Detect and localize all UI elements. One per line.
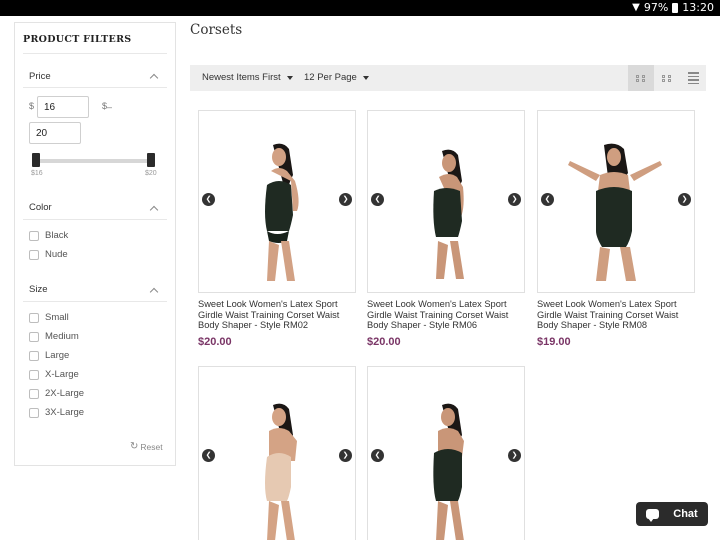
- view-grid-large-button[interactable]: [628, 65, 654, 91]
- chat-bubble-icon: [646, 509, 660, 522]
- size-section-title[interactable]: Size: [29, 284, 47, 295]
- model-photo-icon: [265, 403, 297, 540]
- chevron-up-icon[interactable]: [149, 205, 159, 215]
- filters-title: PRODUCT FILTERS: [23, 34, 132, 45]
- product-image[interactable]: [198, 366, 356, 540]
- product-price: $19.00: [537, 336, 571, 348]
- divider: [23, 219, 167, 220]
- divider: [23, 53, 167, 54]
- page-title: Corsets: [190, 22, 243, 38]
- carousel-next-button[interactable]: ❯: [508, 449, 521, 462]
- color-option-nude[interactable]: Nude: [29, 249, 68, 260]
- caret-down-icon: [362, 75, 369, 80]
- product-image[interactable]: [367, 110, 525, 293]
- sort-dropdown[interactable]: Newest Items First: [202, 72, 293, 83]
- color-option-black[interactable]: Black: [29, 230, 68, 241]
- battery-percent: 97%: [643, 1, 669, 14]
- carousel-next-button[interactable]: ❯: [339, 449, 352, 462]
- reset-filters-button[interactable]: ↻ Reset: [130, 441, 163, 452]
- wifi-icon: ▼: [632, 2, 640, 13]
- model-photo-icon: [433, 149, 464, 279]
- chat-button[interactable]: Chat: [636, 502, 708, 526]
- size-option-x-large[interactable]: X-Large: [29, 369, 79, 380]
- grid-large-icon: [635, 74, 647, 82]
- product-image[interactable]: [537, 110, 695, 293]
- product-name[interactable]: Sweet Look Women's Latex Sport Girdle Wa…: [198, 299, 356, 331]
- checkbox[interactable]: [29, 407, 39, 418]
- price-slider-max-handle[interactable]: [147, 153, 155, 167]
- battery-icon: [672, 2, 679, 13]
- view-grid-small-button[interactable]: [654, 65, 680, 91]
- model-photo-icon: [265, 143, 299, 281]
- price-max-input[interactable]: [29, 122, 81, 144]
- status-bar: ▼ 97% 13:20: [0, 0, 720, 16]
- carousel-prev-button[interactable]: ❮: [541, 193, 554, 206]
- product-price: $20.00: [198, 336, 232, 348]
- view-list-button[interactable]: [680, 65, 706, 91]
- price-section-title[interactable]: Price: [29, 71, 51, 82]
- checkbox[interactable]: [29, 230, 39, 241]
- carousel-prev-button[interactable]: ❮: [371, 193, 384, 206]
- list-icon: [687, 72, 699, 84]
- product-filters-panel: PRODUCT FILTERS Price $ – $ $16 $20 Colo…: [14, 22, 176, 466]
- price-min-input[interactable]: [37, 96, 89, 118]
- model-photo-icon: [433, 403, 464, 540]
- product-image[interactable]: [367, 366, 525, 540]
- size-option-large[interactable]: Large: [29, 350, 69, 361]
- slider-max-label: $20: [145, 170, 157, 177]
- price-slider-track[interactable]: [35, 159, 153, 163]
- color-section-title[interactable]: Color: [29, 202, 52, 213]
- checkbox[interactable]: [29, 350, 39, 361]
- caret-down-icon: [286, 75, 293, 80]
- carousel-next-button[interactable]: ❯: [678, 193, 691, 206]
- model-photo-icon: [568, 143, 662, 281]
- checkbox[interactable]: [29, 312, 39, 323]
- carousel-prev-button[interactable]: ❮: [371, 449, 384, 462]
- size-option-3x-large[interactable]: 3X-Large: [29, 407, 84, 418]
- per-page-dropdown[interactable]: 12 Per Page: [304, 72, 369, 83]
- divider: [23, 87, 167, 88]
- checkbox[interactable]: [29, 388, 39, 399]
- slider-min-label: $16: [31, 170, 43, 177]
- carousel-next-button[interactable]: ❯: [508, 193, 521, 206]
- product-name[interactable]: Sweet Look Women's Latex Sport Girdle Wa…: [537, 299, 695, 331]
- refresh-icon: ↻: [130, 441, 139, 452]
- size-option-medium[interactable]: Medium: [29, 331, 79, 342]
- currency-symbol: $: [102, 101, 108, 111]
- currency-symbol: $: [29, 101, 35, 111]
- divider: [23, 301, 167, 302]
- carousel-prev-button[interactable]: ❮: [202, 449, 215, 462]
- carousel-next-button[interactable]: ❯: [339, 193, 352, 206]
- size-option-2x-large[interactable]: 2X-Large: [29, 388, 84, 399]
- product-image[interactable]: [198, 110, 356, 293]
- checkbox[interactable]: [29, 369, 39, 380]
- product-price: $20.00: [367, 336, 401, 348]
- chevron-up-icon[interactable]: [149, 73, 159, 83]
- range-dash: –: [107, 102, 113, 112]
- checkbox[interactable]: [29, 331, 39, 342]
- chevron-up-icon[interactable]: [149, 287, 159, 297]
- price-slider-min-handle[interactable]: [32, 153, 40, 167]
- size-option-small[interactable]: Small: [29, 312, 69, 323]
- checkbox[interactable]: [29, 249, 39, 260]
- grid-small-icon: [661, 74, 673, 82]
- sort-toolbar: Newest Items First 12 Per Page: [190, 65, 706, 91]
- clock: 13:20: [682, 1, 714, 14]
- carousel-prev-button[interactable]: ❮: [202, 193, 215, 206]
- product-name[interactable]: Sweet Look Women's Latex Sport Girdle Wa…: [367, 299, 525, 331]
